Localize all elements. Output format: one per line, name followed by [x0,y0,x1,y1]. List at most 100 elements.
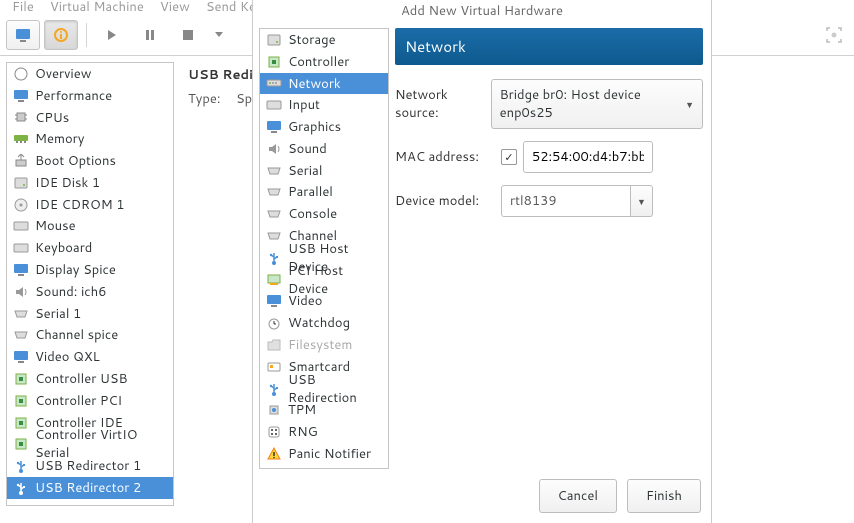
hardware-item-serial-1[interactable]: Serial 1 [7,303,173,325]
serial-icon [13,306,29,322]
hardware-item-performance[interactable]: Performance [7,85,173,107]
category-item-input[interactable]: Input [260,94,388,116]
hardware-item-label: Boot Options [35,152,116,170]
hardware-item-label: Serial 1 [35,305,81,323]
category-item-label: Video [288,292,322,310]
hardware-item-label: IDE Disk 1 [35,174,100,192]
category-item-filesystem: Filesystem [260,334,388,356]
category-item-serial[interactable]: Serial [260,160,388,182]
folder-icon [266,337,282,353]
fullscreen-button[interactable] [820,21,848,49]
watchdog-icon [266,315,282,331]
category-item-usb-redirection[interactable]: USB Redirection [260,378,388,400]
hardware-item-controller-usb[interactable]: Controller USB [7,368,173,390]
monitor-icon [13,262,29,278]
device-model-input[interactable] [501,185,631,217]
hardware-item-display-spice[interactable]: Display Spice [7,259,173,281]
category-item-parallel[interactable]: Parallel [260,182,388,204]
controller-icon [266,54,282,70]
input-icon [266,97,282,113]
network-source-label: Network source: [395,86,485,122]
hardware-item-controller-pci[interactable]: Controller PCI [7,390,173,412]
hardware-item-video-qxl[interactable]: Video QXL [7,346,173,368]
cpu-icon [13,109,29,125]
hardware-item-label: Performance [35,87,112,105]
hardware-item-label: Channel spice [35,326,118,344]
hardware-item-sound-ich6[interactable]: Sound: ich6 [7,281,173,303]
menu-virtual-machine[interactable]: Virtual Machine [50,0,144,16]
usb-icon [266,250,282,266]
category-item-panic-notifier[interactable]: Panic Notifier [260,443,388,465]
hardware-item-controller-virtio-serial[interactable]: Controller VirtIO Serial [7,434,173,456]
category-item-label: Storage [288,31,336,49]
category-item-network[interactable]: Network [260,73,388,95]
network-icon [266,75,282,91]
panic-icon [266,446,282,462]
category-item-console[interactable]: Console [260,203,388,225]
sound-icon [13,284,29,300]
hardware-item-label: Display Spice [35,261,116,279]
cancel-button[interactable]: Cancel [539,479,617,513]
hardware-item-boot-options[interactable]: Boot Options [7,150,173,172]
category-list: Storage ControllerNetworkInput Graphics Sou… [259,28,389,469]
network-source-combo[interactable]: Bridge br0: Host device enp0s25 ▼ [491,79,703,129]
category-item-label: TPM [288,401,316,419]
cdrom-icon [13,197,29,213]
input-icon [13,218,29,234]
mac-address-input[interactable] [523,141,653,173]
dialog-title: Add New Virtual Hardware [253,0,711,28]
hardware-sidebar: Overview Performance CPUs Memory Boot Option… [0,56,180,523]
finish-button[interactable]: Finish [627,479,701,513]
hardware-item-label: CPUs [35,109,69,127]
hardware-item-memory[interactable]: Memory [7,128,173,150]
hardware-item-channel-spice[interactable]: Channel spice [7,325,173,347]
serial-icon [266,228,282,244]
monitor-icon [266,119,282,135]
hardware-item-label: IDE CDROM 1 [35,196,125,214]
details-view-button[interactable] [44,20,78,50]
category-item-label: Serial [288,162,322,180]
category-item-controller[interactable]: Controller [260,51,388,73]
hardware-item-label: Overview [35,65,91,83]
stop-button[interactable] [171,20,205,50]
hardware-item-overview[interactable]: Overview [7,63,173,85]
serial-icon [13,327,29,343]
category-item-rng[interactable]: RNG [260,421,388,443]
hardware-item-label: USB Redirector 2 [35,479,141,497]
category-item-label: Input [288,96,320,114]
serial-icon [266,184,282,200]
hardware-item-ide-disk-1[interactable]: IDE Disk 1 [7,172,173,194]
play-button[interactable] [95,20,129,50]
monitor-icon [13,349,29,365]
category-item-sound[interactable]: Sound [260,138,388,160]
category-item-watchdog[interactable]: Watchdog [260,312,388,334]
menu-view[interactable]: View [160,0,190,16]
category-item-pci-host-device[interactable]: PCI Host Device [260,269,388,291]
hardware-item-label: Memory [35,130,84,148]
hardware-item-usb-redirector-2[interactable]: USB Redirector 2 [7,477,173,499]
controller-icon [13,436,29,452]
menu-file[interactable]: File [12,0,34,16]
category-item-label: Graphics [288,118,341,136]
hardware-item-mouse[interactable]: Mouse [7,216,173,238]
hardware-item-keyboard[interactable]: Keyboard [7,237,173,259]
category-item-graphics[interactable]: Graphics [260,116,388,138]
hardware-item-cpus[interactable]: CPUs [7,107,173,129]
controller-icon [13,393,29,409]
hardware-item-label: Controller USB [35,370,128,388]
memory-icon [13,131,29,147]
controller-icon [13,371,29,387]
category-item-label: Parallel [288,183,333,201]
card-icon [266,359,282,375]
mac-address-label: MAC address: [395,148,495,166]
hardware-item-label: Video QXL [35,348,100,366]
category-item-storage[interactable]: Storage [260,29,388,51]
type-value: Sp [236,90,252,108]
pause-button[interactable] [133,20,167,50]
device-model-dropdown-button[interactable]: ▼ [631,185,653,217]
shutdown-menu-button[interactable] [209,20,229,50]
category-item-label: Watchdog [288,314,350,332]
hardware-item-ide-cdrom-1[interactable]: IDE CDROM 1 [7,194,173,216]
mac-address-checkbox[interactable]: ✓ [501,149,517,165]
console-view-button[interactable] [6,20,40,50]
